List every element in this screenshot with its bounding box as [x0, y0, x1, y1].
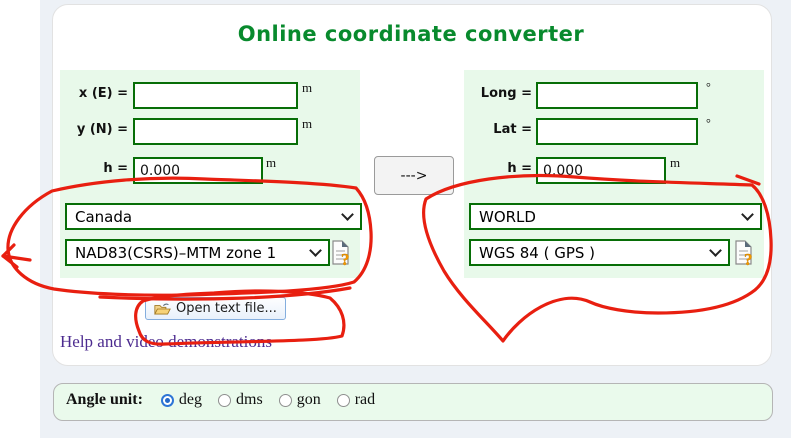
target-datum-value: WGS 84 ( GPS )	[479, 243, 596, 262]
radio-dms-label: dms	[236, 391, 263, 408]
svg-text:?: ?	[341, 250, 350, 266]
radio-group-dms[interactable]: dms	[218, 391, 263, 409]
radio-group-deg[interactable]: deg	[160, 391, 203, 409]
chevron-down-icon	[741, 208, 754, 221]
radio-deg-label: deg	[178, 391, 203, 408]
angle-unit-row: Angle unit: deg dms gon rad	[66, 391, 375, 409]
angle-unit-label: Angle unit:	[66, 391, 143, 408]
source-datum-value: NAD83(CSRS)–MTM zone 1	[75, 243, 277, 262]
source-datum-select[interactable]: NAD83(CSRS)–MTM zone 1	[65, 239, 330, 266]
h-right-label: h =	[507, 161, 532, 176]
x-east-label: x (E) =	[78, 86, 128, 101]
source-region-select[interactable]: Canada	[65, 203, 362, 230]
radio-rad[interactable]	[336, 393, 350, 407]
radio-group-rad[interactable]: rad	[336, 391, 376, 409]
page-title: Online coordinate converter	[237, 22, 585, 46]
target-region-value: WORLD	[479, 207, 536, 226]
radio-deg[interactable]	[160, 393, 174, 407]
long-unit: °	[706, 80, 711, 94]
source-region-value: Canada	[75, 207, 133, 226]
h-right-unit: m	[670, 155, 681, 170]
h-left-unit: m	[266, 155, 277, 170]
convert-button[interactable]: --->	[374, 156, 454, 195]
lat-label: Lat =	[493, 122, 532, 137]
y-north-input[interactable]	[133, 118, 298, 145]
open-text-file-button[interactable]: Open text file...	[145, 297, 286, 320]
long-label: Long =	[480, 86, 532, 101]
lat-unit: °	[706, 116, 711, 130]
help-link[interactable]: Help and video demonstrations	[60, 332, 272, 352]
datum-help-icon[interactable]: ?	[734, 240, 758, 266]
h-left-label: h =	[103, 161, 128, 176]
radio-dms[interactable]	[218, 393, 232, 407]
coordinate-converter-page: Online coordinate converter x (E) = m y …	[0, 0, 791, 438]
target-datum-select[interactable]: WGS 84 ( GPS )	[469, 239, 730, 266]
red-arrow-tail	[1, 254, 32, 262]
svg-text:?: ?	[744, 250, 753, 266]
chevron-down-icon	[341, 208, 354, 221]
y-north-unit: m	[302, 116, 313, 131]
h-left-input[interactable]	[133, 157, 263, 184]
y-north-label: y (N) =	[76, 122, 128, 137]
open-folder-icon	[154, 303, 171, 315]
x-east-input[interactable]	[133, 82, 298, 109]
open-text-file-label: Open text file...	[176, 301, 277, 316]
chevron-down-icon	[309, 244, 322, 257]
long-input[interactable]	[536, 82, 698, 109]
datum-help-icon[interactable]: ?	[331, 240, 355, 266]
radio-rad-label: rad	[354, 391, 376, 408]
x-east-unit: m	[302, 80, 313, 95]
radio-gon[interactable]	[278, 393, 292, 407]
red-arrow-head	[1, 243, 19, 269]
target-region-select[interactable]: WORLD	[469, 203, 762, 230]
radio-group-gon[interactable]: gon	[278, 391, 321, 409]
lat-input[interactable]	[536, 118, 698, 145]
radio-gon-label: gon	[296, 391, 321, 408]
h-right-input[interactable]	[536, 157, 666, 184]
chevron-down-icon	[709, 244, 722, 257]
